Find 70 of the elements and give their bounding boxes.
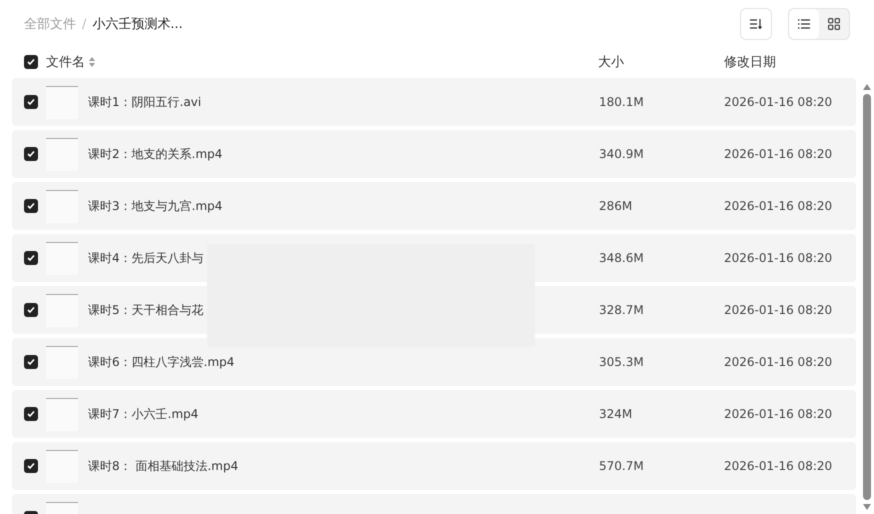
file-name: 课时7：小六壬.mp4 bbox=[88, 406, 200, 422]
check-icon bbox=[27, 306, 35, 314]
scroll-up-icon[interactable] bbox=[863, 84, 871, 90]
file-row[interactable]: 课时3：地支与九宫.mp4 286M 2026-01-16 08:20 bbox=[12, 182, 856, 230]
file-size: 180.1M bbox=[599, 95, 645, 109]
file-name: 课时2：地支的关系.mp4 bbox=[88, 146, 224, 162]
row-checkbox[interactable] bbox=[24, 459, 38, 473]
scrollbar-thumb[interactable] bbox=[863, 94, 871, 500]
modified-date: 2026-01-16 08:20 bbox=[724, 251, 832, 265]
row-checkbox[interactable] bbox=[24, 95, 38, 109]
row-checkbox[interactable] bbox=[24, 251, 38, 265]
list-view-button[interactable] bbox=[789, 9, 819, 39]
file-row[interactable]: 课时2：地支的关系.mp4 340.9M 2026-01-16 08:20 bbox=[12, 130, 856, 178]
check-icon bbox=[27, 254, 35, 262]
file-row[interactable]: 课时8： 面相基础技法.mp4 570.7M 2026-01-16 08:20 bbox=[12, 442, 856, 490]
modified-date: 2026-01-16 08:20 bbox=[724, 303, 832, 317]
sort-arrows-icon bbox=[89, 57, 95, 67]
file-size: 340.9M bbox=[599, 147, 645, 161]
file-name: 课时4：先后天八卦与 bbox=[88, 250, 205, 266]
modified-date: 2026-01-16 08:20 bbox=[724, 355, 832, 369]
file-size: 286M bbox=[599, 199, 634, 213]
modified-date: 2026-01-16 08:20 bbox=[724, 95, 832, 109]
file-name: 课时8： 面相基础技法.mp4 bbox=[88, 458, 240, 474]
check-icon bbox=[27, 58, 35, 66]
column-header[interactable]: 文件名 bbox=[46, 53, 85, 71]
sort-button[interactable] bbox=[740, 8, 772, 40]
video-thumbnail bbox=[46, 294, 78, 326]
check-icon bbox=[27, 202, 35, 210]
row-checkbox[interactable] bbox=[24, 355, 38, 369]
file-size: 348.6M bbox=[599, 251, 645, 265]
modified-date: 2026-01-16 08:20 bbox=[724, 199, 832, 213]
sort-icon bbox=[750, 19, 762, 29]
row-checkbox[interactable] bbox=[24, 199, 38, 213]
current-folder: 小六壬预测术... bbox=[92, 16, 183, 33]
video-thumbnail bbox=[46, 398, 78, 430]
file-name: 课时6：四柱八字浅尝.mp4 bbox=[88, 354, 236, 370]
column-header: 修改日期 bbox=[724, 54, 776, 71]
column-header: 大小 bbox=[598, 54, 624, 71]
video-thumbnail bbox=[46, 86, 78, 118]
file-size: 328.7M bbox=[599, 303, 645, 317]
modified-date: 2026-01-16 08:20 bbox=[724, 407, 832, 421]
grid-icon bbox=[828, 18, 840, 30]
video-thumbnail bbox=[46, 242, 78, 274]
file-name: 课时1：阴阳五行.avi bbox=[88, 94, 202, 110]
file-size: 570.7M bbox=[599, 459, 645, 473]
file-name: 课时5：天干相合与花 bbox=[88, 302, 205, 318]
check-icon bbox=[27, 462, 35, 470]
modified-date: 2026-01-16 08:20 bbox=[724, 459, 832, 473]
file-size: 324M bbox=[599, 407, 634, 421]
row-checkbox[interactable] bbox=[24, 147, 38, 161]
modified-date: 2026-01-16 08:20 bbox=[724, 147, 832, 161]
row-checkbox[interactable] bbox=[24, 407, 38, 421]
video-thumbnail bbox=[46, 450, 78, 482]
check-icon bbox=[27, 150, 35, 158]
check-icon bbox=[27, 410, 35, 418]
scroll-down-icon[interactable] bbox=[863, 504, 871, 510]
video-thumbnail bbox=[46, 138, 78, 170]
file-row[interactable]: 课时7：小六壬.mp4 324M 2026-01-16 08:20 bbox=[12, 390, 856, 438]
breadcrumb-separator: / bbox=[82, 16, 86, 32]
check-icon bbox=[27, 98, 35, 106]
row-checkbox[interactable] bbox=[24, 303, 38, 317]
check-icon bbox=[27, 358, 35, 366]
video-thumbnail bbox=[46, 190, 78, 222]
file-row[interactable]: 课时1：阴阳五行.avi 180.1M 2026-01-16 08:20 bbox=[12, 78, 856, 126]
file-size: 305.3M bbox=[599, 355, 645, 369]
file-name: 课时3：地支与九宫.mp4 bbox=[88, 198, 224, 214]
list-icon bbox=[798, 19, 810, 29]
file-row[interactable]: 课时6：四柱八字浅尝.mp4 305.3M 2026-01-16 08:20 bbox=[12, 338, 856, 386]
select-all-checkbox[interactable] bbox=[24, 55, 38, 69]
video-thumbnail bbox=[46, 346, 78, 378]
